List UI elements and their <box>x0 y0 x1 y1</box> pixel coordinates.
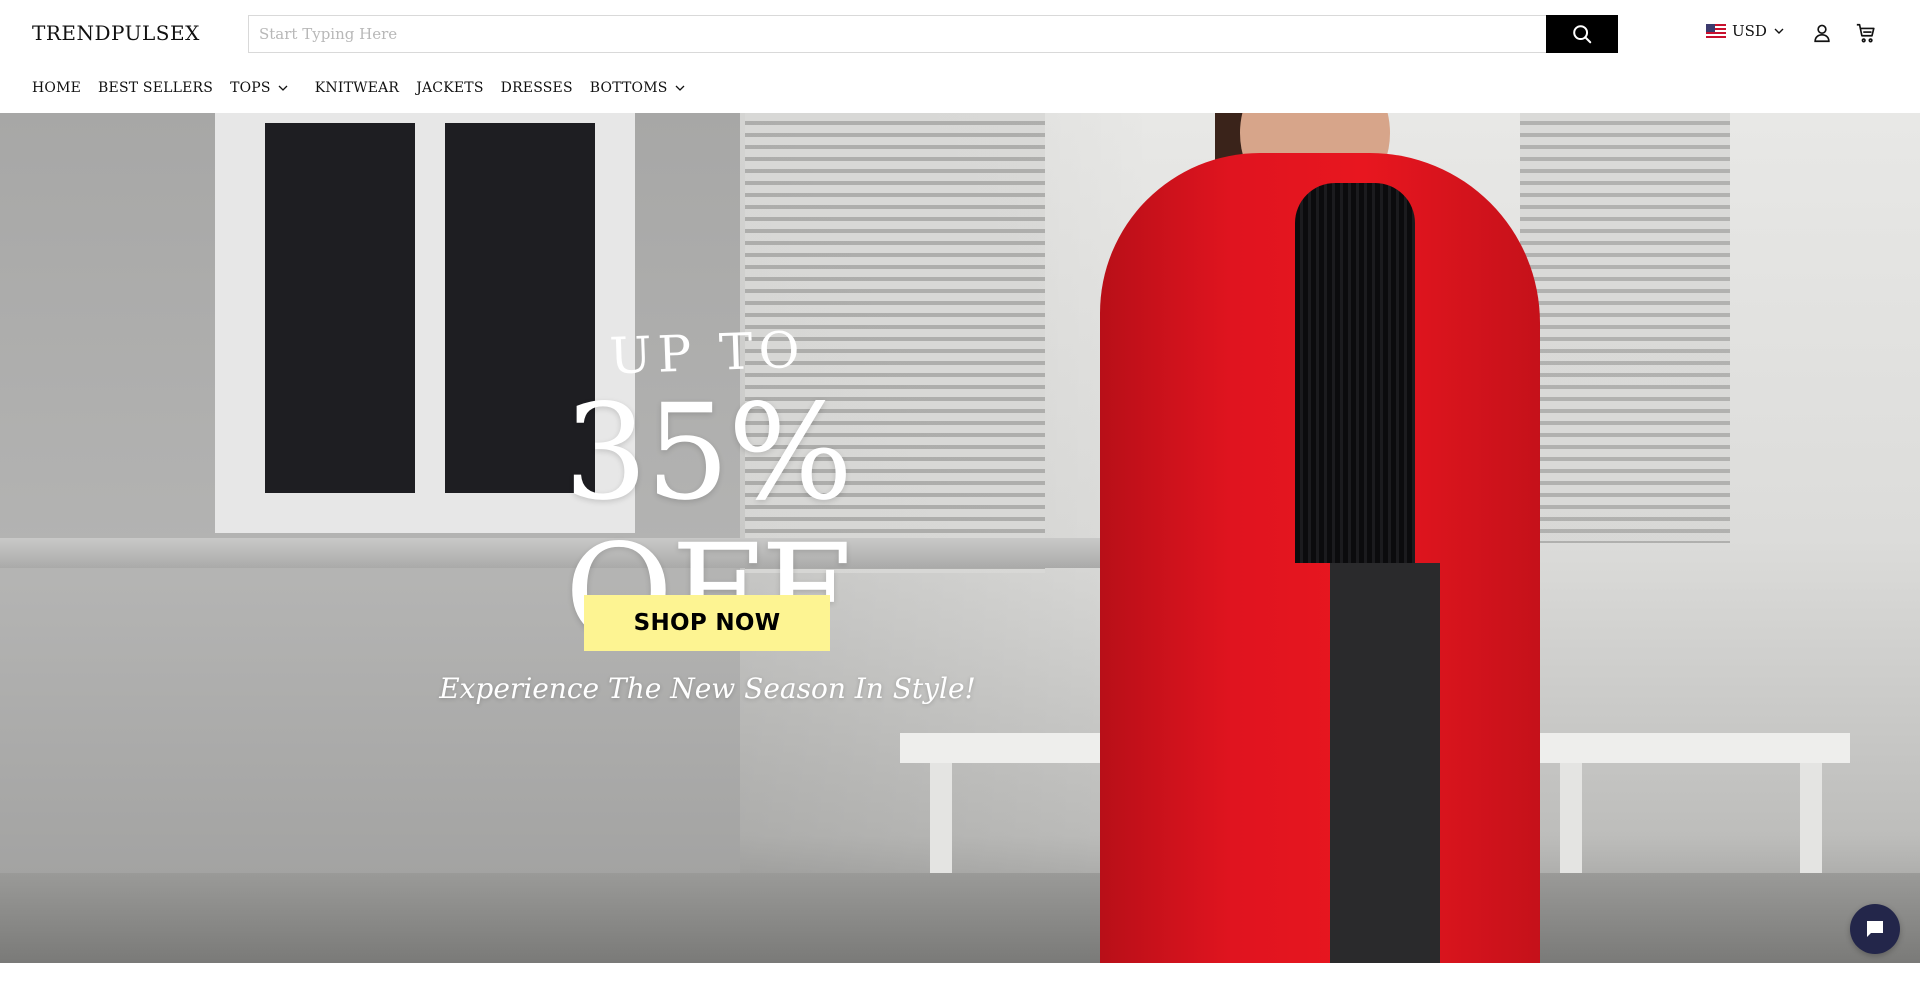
account-icon <box>1814 24 1830 43</box>
us-flag-icon <box>1706 24 1726 38</box>
search-icon <box>1573 25 1592 44</box>
model-black-sweater <box>1295 183 1415 563</box>
currency-selector[interactable]: USD <box>1706 22 1785 40</box>
nav-item-dresses[interactable]: DRESSES <box>501 80 573 96</box>
chat-bubble-icon <box>1867 921 1883 937</box>
nav-label: JACKETS <box>416 80 484 96</box>
search-input[interactable] <box>248 15 1546 53</box>
shop-now-button[interactable]: SHOP NOW <box>584 595 830 651</box>
model-skirt <box>1330 563 1440 963</box>
nav-label: KNITWEAR <box>314 80 400 96</box>
nav-label: DRESSES <box>500 80 573 96</box>
hero-shutters <box>1520 113 1730 543</box>
currency-label: USD <box>1732 22 1767 40</box>
site-header: TRENDPULSEX USD <box>0 0 1920 113</box>
nav-item-home[interactable]: HOME <box>32 80 81 96</box>
cart-button[interactable] <box>1853 20 1879 46</box>
nav-item-bottoms[interactable]: BOTTOMS <box>590 80 686 96</box>
nav-label: HOME <box>32 80 82 96</box>
hero-steps <box>0 873 1920 963</box>
account-button[interactable] <box>1809 20 1835 46</box>
nav-item-tops[interactable]: TOPS <box>230 80 289 96</box>
nav-item-knitwear[interactable]: KNITWEAR <box>315 80 399 96</box>
search-button[interactable] <box>1546 15 1618 53</box>
main-nav: HOME BEST SELLERS TOPS KNITWEAR JACKETS … <box>32 80 686 96</box>
cart-icon <box>1856 23 1875 43</box>
hero-tagline: Experience The New Season In Style! <box>439 672 976 705</box>
nav-item-jackets[interactable]: JACKETS <box>416 80 483 96</box>
nav-item-best-sellers[interactable]: BEST SELLERS <box>98 80 213 96</box>
hero-banner: UP TO 35% OFF Experience The New Season … <box>0 113 1920 963</box>
nav-label: BEST SELLERS <box>98 80 214 96</box>
nav-label: TOPS <box>230 80 271 96</box>
chevron-down-icon <box>1774 28 1784 34</box>
hero-eyebrow: UP TO <box>608 320 807 386</box>
site-logo[interactable]: TRENDPULSEX <box>32 21 200 45</box>
chat-button[interactable] <box>1850 904 1900 954</box>
chevron-down-icon <box>278 85 288 91</box>
chevron-down-icon <box>675 85 685 91</box>
nav-label: BOTTOMS <box>589 80 668 96</box>
search-bar <box>248 15 1618 53</box>
